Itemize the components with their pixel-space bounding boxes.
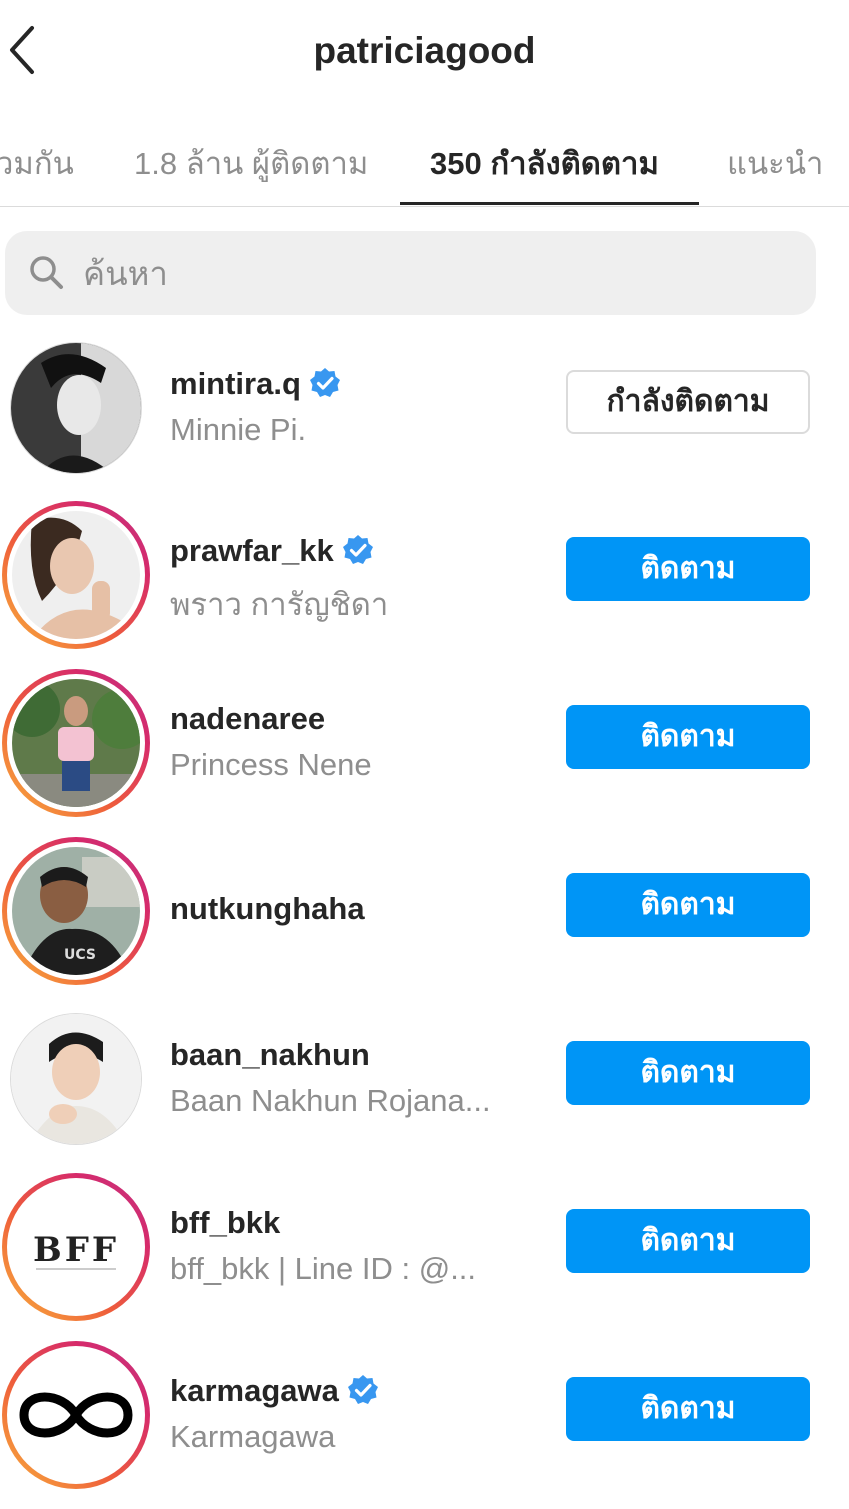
avatar[interactable] <box>2 669 150 817</box>
account-full-name: พราว การัญชิดา <box>170 587 389 622</box>
verified-badge-icon <box>347 1374 378 1404</box>
account-username[interactable]: prawfar_kk <box>170 533 374 569</box>
list-item[interactable]: prawfar_kk พราว การัญชิดา ติดตาม <box>0 501 849 669</box>
verified-badge-icon <box>309 367 340 397</box>
follow-button[interactable]: ติดตาม <box>566 705 810 769</box>
bff-logo: BFF <box>12 1183 140 1311</box>
account-full-name: Minnie Pi. <box>170 412 307 447</box>
tab-following[interactable]: 350 กำลังติดตาม <box>430 138 659 188</box>
avatar[interactable] <box>10 342 142 474</box>
avatar[interactable] <box>2 1341 150 1489</box>
list-item[interactable]: nadenaree Princess Nene ติดตาม <box>0 669 849 837</box>
avatar[interactable] <box>2 501 150 649</box>
follow-button[interactable]: ติดตาม <box>566 537 810 601</box>
active-tab-indicator <box>400 202 699 205</box>
account-full-name: Princess Nene <box>170 747 372 782</box>
account-username[interactable]: karmagawa <box>170 1373 379 1409</box>
following-button[interactable]: กำลังติดตาม <box>566 370 810 434</box>
account-full-name: bff_bkk | Line ID : @... <box>170 1251 477 1286</box>
tab-suggested[interactable]: แนะนำ <box>727 138 823 188</box>
page-title: patriciagood <box>313 30 536 71</box>
search-icon <box>30 256 63 289</box>
follow-button[interactable]: ติดตาม <box>566 1041 810 1105</box>
svg-text:UCS: UCS <box>64 947 96 963</box>
avatar-photo <box>11 1014 141 1144</box>
list-item[interactable]: BFF bff_bkk bff_bkk | Line ID : @... ติด… <box>0 1173 849 1341</box>
account-full-name: Baan Nakhun Rojana... <box>170 1083 491 1118</box>
avatar-photo <box>11 343 141 473</box>
account-username[interactable]: nadenaree <box>170 701 325 737</box>
avatar-photo <box>12 679 140 807</box>
avatar-photo <box>12 511 140 639</box>
tab-bar: วมกัน 1.8 ล้าน ผู้ติดตาม 350 กำลังติดตาม… <box>0 104 849 207</box>
avatar[interactable]: BFF <box>2 1173 150 1321</box>
follow-button[interactable]: ติดตาม <box>566 1209 810 1273</box>
list-item[interactable]: baan_nakhun Baan Nakhun Rojana... ติดตาม <box>0 1005 849 1173</box>
list-item[interactable]: mintira.q Minnie Pi. กำลังติดตาม <box>0 334 849 502</box>
account-username[interactable]: bff_bkk <box>170 1205 280 1241</box>
follow-button[interactable]: ติดตาม <box>566 873 810 937</box>
tab-followers[interactable]: 1.8 ล้าน ผู้ติดตาม <box>134 138 368 188</box>
avatar[interactable] <box>10 1013 142 1145</box>
account-full-name: Karmagawa <box>170 1419 336 1454</box>
header: patriciagood <box>0 0 849 104</box>
tab-mutual[interactable]: วมกัน <box>0 138 74 188</box>
avatar[interactable]: UCS <box>2 837 150 985</box>
account-username[interactable]: mintira.q <box>170 366 341 402</box>
account-username[interactable]: baan_nakhun <box>170 1037 370 1073</box>
avatar-photo: UCS <box>12 847 140 975</box>
account-username[interactable]: nutkunghaha <box>170 891 365 927</box>
verified-badge-icon <box>342 534 373 564</box>
search-input[interactable] <box>81 245 785 303</box>
svg-text:BFF: BFF <box>33 1230 119 1270</box>
search-bar[interactable] <box>5 231 816 315</box>
list-item[interactable]: UCS nutkunghaha ติดตาม <box>0 837 849 1005</box>
infinity-logo-icon <box>12 1351 140 1479</box>
list-item[interactable]: karmagawa Karmagawa ติดตาม <box>0 1341 849 1509</box>
follow-button[interactable]: ติดตาม <box>566 1377 810 1441</box>
